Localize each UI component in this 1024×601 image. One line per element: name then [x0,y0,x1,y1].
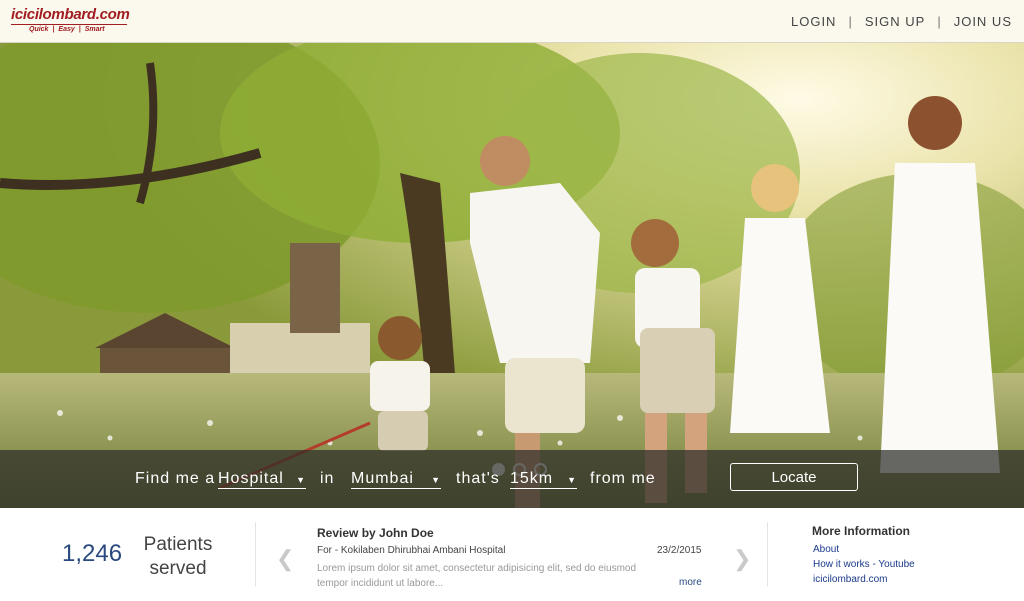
caret-down-icon: ▼ [567,475,577,485]
top-nav: LOGIN | SIGN UP | JOIN US [791,14,1012,29]
locate-button[interactable]: Locate [730,463,858,491]
about-link[interactable]: About [813,544,839,555]
divider [255,522,256,586]
distance-select[interactable]: 15km ▼ [510,470,577,489]
caret-down-icon: ▼ [431,475,441,485]
review-date: 23/2/2015 [657,545,702,556]
logo-tag-smart: Smart [84,26,105,33]
brand-logo[interactable]: icicilombard.com Quick | Easy | Smart [11,6,131,38]
search-in-label: in [320,470,335,487]
search-suffix: from me [590,470,656,487]
more-info-title: More Information [812,524,910,538]
logo-underline [11,24,127,25]
distance-value: 15km [510,470,554,487]
search-thats-label: that's [456,470,500,487]
how-it-works-link[interactable]: How it works - Youtube [813,559,915,570]
website-link[interactable]: icicilombard.com [813,574,887,585]
city-select[interactable]: Mumbai ▼ [351,470,441,489]
login-link[interactable]: LOGIN [791,14,836,29]
chevron-right-icon[interactable]: ❯ [733,546,751,572]
nav-separator: | [937,14,942,29]
hero-banner [0,43,1024,508]
facility-value: Hospital [218,470,284,487]
review-hospital: For - Kokilaben Dhirubhai Ambani Hospita… [317,545,506,556]
logo-tag-easy: Easy [58,26,75,33]
review-title: Review by John Doe [317,526,434,540]
patients-label: Patients served [143,534,213,579]
search-prefix: Find me a [135,470,216,487]
city-value: Mumbai [351,470,414,487]
logo-tagline: Quick | Easy | Smart [29,26,105,33]
signup-link[interactable]: SIGN UP [865,14,925,29]
caret-down-icon: ▼ [296,475,306,485]
review-excerpt: Lorem ipsum dolor sit amet, consectetur … [317,563,637,589]
facility-select[interactable]: Hospital ▼ [218,470,306,489]
divider [767,522,768,586]
nav-separator: | [848,14,853,29]
site-header: icicilombard.com Quick | Easy | Smart LOGIN … [0,0,1024,43]
info-strip: 1,246 Patients served ❮ Review by John D… [0,508,1024,601]
logo-tag-quick: Quick [29,26,49,33]
hospital-search-bar: Find me a Hospital ▼ in Mumbai ▼ that's … [0,450,1024,508]
review-more-link[interactable]: more [679,577,702,588]
patients-count: 1,246 [62,540,123,567]
joinus-link[interactable]: JOIN US [954,14,1012,29]
chevron-left-icon[interactable]: ❮ [276,546,294,572]
logo-wordmark: icicilombard.com [11,6,130,23]
hero-photo [0,43,1024,508]
